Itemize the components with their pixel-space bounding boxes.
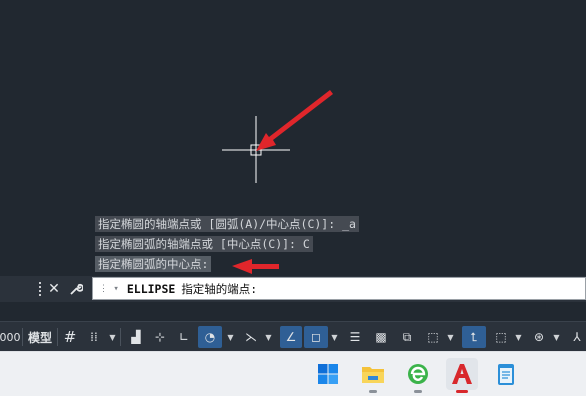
selection-filter-dropdown-icon[interactable]: ▼ <box>514 326 523 348</box>
crosshair-cursor <box>222 116 290 183</box>
command-prompt: 指定轴的端点: <box>181 281 258 296</box>
windows-taskbar <box>0 351 586 396</box>
lineweight-icon[interactable]: ☰ <box>344 326 366 348</box>
annotation-visibility-icon[interactable]: ⅄ <box>568 326 586 348</box>
coordinates-readout: 000 <box>0 330 21 344</box>
gizmo-icon[interactable]: ⊛ <box>528 326 550 348</box>
close-icon[interactable]: ✕ <box>44 279 64 299</box>
command-input[interactable]: ⋮ ▾ ELLIPSE 指定轴的端点: <box>92 277 586 300</box>
canvas-overlay <box>222 90 333 274</box>
notepad-icon[interactable] <box>490 358 522 390</box>
infer-constraints-icon[interactable]: ▟ <box>126 326 146 348</box>
annotation-arrow-to-command <box>232 259 279 274</box>
grid-display-icon[interactable]: # <box>60 326 80 348</box>
browser-icon[interactable] <box>402 358 434 393</box>
layout-tabs-area <box>0 302 586 321</box>
file-explorer-icon[interactable] <box>357 358 389 393</box>
wrench-icon[interactable] <box>66 279 86 299</box>
selection-filter-icon[interactable]: ⬚ <box>490 326 512 348</box>
command-name: ELLIPSE <box>126 281 176 296</box>
annotation-arrow-to-crosshair <box>256 90 333 151</box>
polar-tracking-icon[interactable]: ◔ <box>198 326 222 348</box>
model-space-button[interactable]: 模型 <box>25 326 55 348</box>
command-history-line-2: 指定椭圆弧的轴端点或 [中心点(C)]: C <box>95 236 313 252</box>
3d-snap-dropdown-icon[interactable]: ▼ <box>446 326 455 348</box>
isometric-drafting-icon[interactable]: ⋋ <box>240 326 262 348</box>
snap-mode-icon[interactable]: ⁞⁞ <box>84 326 104 348</box>
object-snap-icon[interactable]: ◻ <box>304 326 328 348</box>
gizmo-dropdown-icon[interactable]: ▼ <box>552 326 561 348</box>
status-bar: 000 模型 # ⁞⁞ ▼ ▟ ⊹ ∟ ◔ ▼ ⋋ ▼ ∠ ◻ ▼ ☰ ▩ ⧉ … <box>0 321 586 352</box>
start-icon[interactable] <box>312 358 344 390</box>
snap-mode-dropdown-icon[interactable]: ▼ <box>108 326 117 348</box>
dynamic-ucs-icon[interactable]: ⮤ <box>462 326 486 348</box>
command-history-line-3: 指定椭圆弧的中心点: <box>95 256 212 272</box>
grip-handle-icon[interactable] <box>37 280 43 298</box>
transparency-icon[interactable]: ▩ <box>370 326 392 348</box>
autocad-icon[interactable] <box>446 358 478 393</box>
drawing-canvas[interactable] <box>0 0 586 300</box>
object-snap-tracking-icon[interactable]: ∠ <box>280 326 302 348</box>
polar-tracking-dropdown-icon[interactable]: ▼ <box>226 326 235 348</box>
isometric-dropdown-icon[interactable]: ▼ <box>264 326 273 348</box>
command-history-line-1: 指定椭圆的轴端点或 [圆弧(A)/中心点(C)]: _a <box>95 216 359 232</box>
ortho-mode-icon[interactable]: ∟ <box>174 326 194 348</box>
selection-cycling-icon[interactable]: ⧉ <box>396 326 418 348</box>
dynamic-input-icon[interactable]: ⊹ <box>150 326 170 348</box>
3d-object-snap-icon[interactable]: ⬚ <box>422 326 444 348</box>
command-recent-dropdown-icon[interactable]: ⋮ ▾ <box>99 284 119 294</box>
object-snap-dropdown-icon[interactable]: ▼ <box>330 326 339 348</box>
